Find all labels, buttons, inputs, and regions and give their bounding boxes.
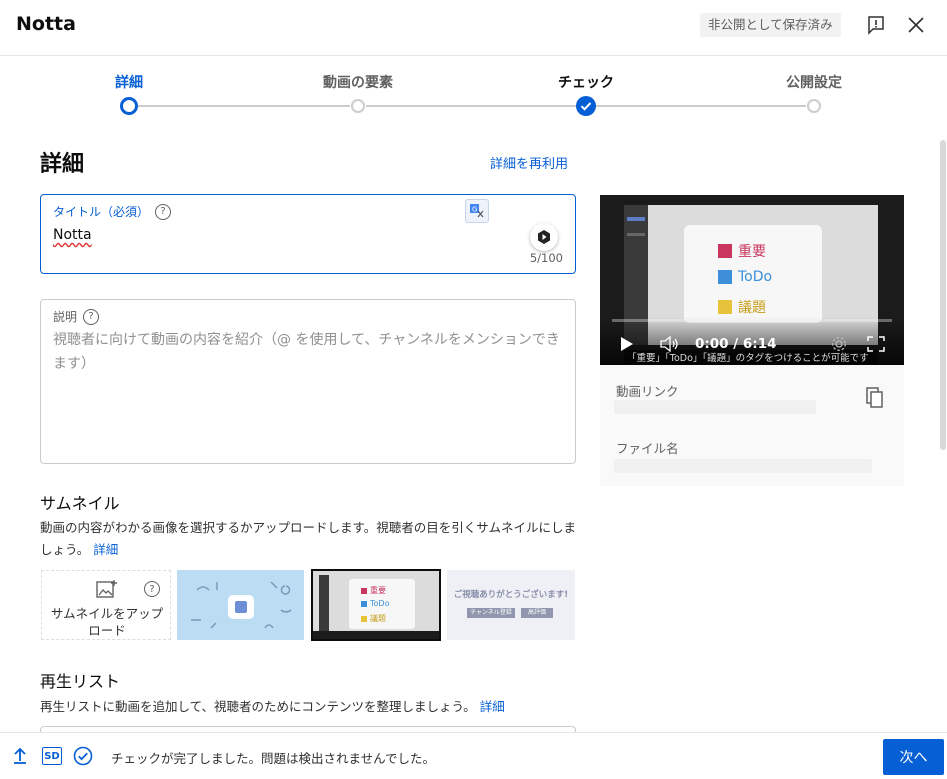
volume-icon[interactable] [660,335,680,356]
thumb-like-button: 高評価 [521,608,553,618]
title-field-label: タイトル（必須） ? [53,203,172,220]
feedback-icon[interactable] [863,12,889,38]
video-frame-line [627,233,645,236]
thumb-tag-text: 重要 [370,586,386,595]
step-video-elements[interactable]: 動画の要素 [323,72,393,92]
video-link-value[interactable] [614,400,816,414]
video-tag-card: 重要 ToDo 議題 [684,225,822,323]
description-field-label: 説明 ? [53,308,100,325]
thumbnail-option-3[interactable]: ご視聴ありがとうございます! チャンネル登録 高評価 [447,570,575,640]
step-details[interactable]: 詳細 [115,72,143,92]
video-tag-text: ToDo [738,269,773,285]
reuse-details-link[interactable]: 詳細を再利用 [490,153,568,172]
thumb-tag-text: ToDo [370,599,390,608]
title-label-text: タイトル（必須） [53,205,150,219]
video-preview-panel: 重要 ToDo 議題 「重要」「ToDo」「議題」のタグをつけることが可能です … [600,195,904,486]
thumb-caption-bar [313,631,439,639]
copy-icon[interactable] [866,387,884,413]
tag-swatch [361,587,367,594]
sd-quality-icon[interactable]: SD [42,747,62,765]
doodle-pattern-icon [191,581,292,629]
title-field[interactable]: タイトル（必須） ? Notta G 5/100 [40,194,576,274]
translate-icon[interactable]: G [465,199,489,223]
upload-dialog: Notta 非公開として保存済み 詳細 動画の要素 チェック 公開設定 詳細 詳… [0,0,947,779]
progress-bar[interactable] [612,319,892,322]
check-icon [580,102,592,111]
section-heading: 詳細 [40,152,85,177]
help-icon[interactable]: ? [155,203,172,220]
settings-icon[interactable] [831,336,847,356]
video-player[interactable]: 重要 ToDo 議題 「重要」「ToDo」「議題」のタグをつけることが可能です … [600,195,904,365]
step-connector [138,105,350,107]
video-tag-todo: ToDo [718,269,772,285]
upload-thumbnail-label: サムネイルをアップロード [50,606,164,638]
help-icon[interactable]: ? [83,308,100,325]
file-name-label: ファイル名 [616,441,679,456]
step-dot-pending[interactable] [351,99,365,113]
step-dot-done[interactable] [576,96,596,116]
video-time: 0:00 / 6:14 [695,336,777,352]
step-dot-pending[interactable] [807,99,821,113]
playlist-desc-text: 再生リストに動画を追加して、視聴者のためにコンテンツを整理しましょう。 [40,699,476,714]
thumbnail-desc-text: 動画の内容がわかる画像を選択するかアップロードします。視聴者の目を引くサムネイル… [40,520,577,557]
playlist-heading: 再生リスト [40,672,121,691]
thumb-tag: ToDo [361,599,389,608]
playlist-description: 再生リストに動画を追加して、視聴者のためにコンテンツを整理しましょう。 詳細 [40,696,580,718]
video-tag-text: 議題 [738,300,766,316]
file-name-value [614,459,872,473]
dialog-title: Notta [16,13,76,35]
video-tag-text: 重要 [738,244,766,260]
close-icon[interactable] [903,12,929,38]
tag-swatch [718,300,732,314]
scrollbar[interactable] [940,140,946,450]
thumbnail-option-1[interactable] [177,570,304,640]
save-status-badge: 非公開として保存済み [700,13,841,37]
svg-text:G: G [472,206,477,214]
tag-swatch [361,615,367,622]
thumb-tag: 議題 [361,613,386,624]
check-circle-icon[interactable] [73,746,93,770]
thumb-tag-card: 重要 ToDo 議題 [349,579,415,629]
thumbnail-option-2-selected[interactable]: 重要 ToDo 議題 [311,569,441,641]
dialog-footer: SD チェックが完了しました。問題は検出されませんでした。 [0,732,947,779]
thumb-subscribe-button: チャンネル登録 [467,608,515,618]
description-field[interactable]: 説明 ? 視聴者に向けて動画の内容を紹介（@ を使用して、チャンネルをメンション… [40,299,576,464]
video-tag-important: 重要 [718,241,766,261]
step-connector [366,105,578,107]
thumbnail-description: 動画の内容がわかる画像を選択するかアップロードします。視聴者の目を引くサムネイル… [40,517,580,561]
step-checks[interactable]: チェック [558,72,614,92]
video-tag-agenda: 議題 [718,297,766,317]
checks-status-message: チェックが完了しました。問題は検出されませんでした。 [111,751,436,766]
title-input[interactable]: Notta [53,227,92,243]
step-connector [594,105,806,107]
thumbnail-heading: サムネイル [40,494,120,513]
thumb-sidebar [319,575,329,635]
step-dot-active[interactable] [120,97,138,115]
tag-swatch [718,270,732,284]
title-char-counter: 5/100 [529,251,563,265]
description-input[interactable]: 視聴者に向けて動画の内容を紹介（@ を使用して、チャンネルをメンションできます） [53,328,561,376]
tag-swatch [718,244,732,258]
video-frame-line [627,217,645,221]
video-link-label: 動画リンク [616,384,679,399]
tag-swatch [361,600,367,607]
step-visibility[interactable]: 公開設定 [786,72,842,92]
fullscreen-icon[interactable] [867,336,885,356]
description-label-text: 説明 [53,310,78,324]
play-icon[interactable] [620,336,634,356]
next-button[interactable]: 次へ [883,739,944,775]
help-icon[interactable]: ? [144,581,160,597]
upload-thumbnail-button[interactable]: ? サムネイルをアップロード [41,570,171,640]
thumb-tag-text: 議題 [370,614,386,623]
add-image-icon [96,579,118,603]
dialog-header: Notta 非公開として保存済み [0,0,947,56]
thumb-tag: 重要 [361,585,386,596]
playlist-learn-more-link[interactable]: 詳細 [480,699,505,714]
ai-assistant-icon[interactable] [530,223,558,251]
thumbnail-learn-more-link[interactable]: 詳細 [93,542,118,557]
upload-icon[interactable] [12,747,28,769]
thumb-thanks-text: ご視聴ありがとうございます! [453,590,569,600]
